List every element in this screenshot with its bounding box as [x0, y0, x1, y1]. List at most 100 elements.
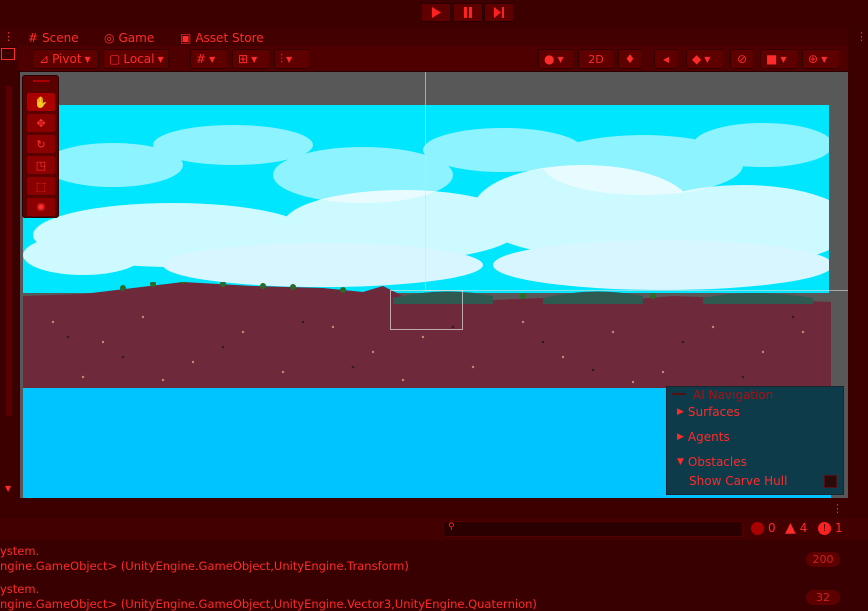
gizmos-dropdown[interactable]: ⊕ ▼	[802, 49, 840, 69]
log-count-badge: 32	[806, 590, 840, 605]
chevron-down-icon: ▼	[677, 457, 684, 467]
rect-tool-button[interactable]: ⬚	[27, 177, 55, 195]
chevron-down-icon: ▼	[84, 54, 91, 64]
bag-icon: ▣	[180, 30, 192, 45]
audio-toggle[interactable]: ◂	[654, 49, 678, 69]
chevron-right-icon: ▶	[677, 407, 684, 417]
cube-icon: ▢	[109, 52, 121, 66]
chevron-right-icon: ▶	[677, 432, 684, 442]
tab-scene[interactable]: # Scene	[28, 29, 79, 46]
log-line: ystem.	[0, 582, 40, 596]
right-gutter: ⋮	[848, 27, 868, 498]
grid-icon: #	[196, 52, 207, 66]
hand-tool-button[interactable]: ✋	[27, 93, 55, 111]
step-icon	[494, 7, 504, 18]
play-button[interactable]	[421, 3, 451, 22]
kebab-menu-icon[interactable]: ⋮	[3, 30, 14, 43]
lightbulb-icon: ♦	[624, 52, 636, 66]
transform-tool-button[interactable]: ✺	[27, 198, 55, 216]
info-icon	[751, 521, 764, 535]
local-dropdown[interactable]: ▢ Local ▼	[103, 49, 169, 69]
agents-foldout[interactable]: ▶ Agents	[677, 430, 730, 444]
drag-handle[interactable]	[33, 80, 49, 82]
chevron-down-icon: ▼	[286, 54, 293, 64]
pivot-dropdown[interactable]: ⊿ Pivot ▼	[33, 49, 99, 69]
camera-icon: ■	[766, 52, 778, 66]
show-carve-hull-label: Show Carve Hull	[689, 474, 788, 488]
log-line: ngine.GameObject> (UnityEngine.GameObjec…	[0, 597, 537, 611]
left-gutter: ▼	[0, 46, 18, 498]
snap-increment-button[interactable]: ⊞ ▼	[232, 49, 270, 69]
drag-handle[interactable]	[672, 393, 686, 395]
ai-navigation-overlay: AI Navigation ▶ Surfaces ▶ Agents ▼ Obstacl…	[666, 386, 844, 495]
effects-dropdown[interactable]: ◆ ▼	[686, 49, 724, 69]
play-icon	[432, 7, 441, 18]
info-count-toggle[interactable]: 0	[751, 521, 776, 535]
rect-icon: ⬚	[35, 179, 47, 193]
chevron-down-icon: ▼	[780, 54, 787, 64]
crosshair-vertical	[425, 72, 426, 290]
play-controls-bar	[0, 0, 868, 26]
step-button[interactable]	[484, 3, 514, 22]
scale-icon: ◳	[35, 158, 47, 172]
eye-slash-icon: ⊘	[736, 52, 748, 66]
chevron-down-icon[interactable]: ▼	[5, 484, 11, 493]
sky-background	[23, 105, 829, 293]
show-carve-hull-checkbox[interactable]	[824, 475, 837, 488]
kebab-menu-icon[interactable]: ⋮	[856, 30, 867, 43]
snap-icon: ⊞	[238, 52, 249, 66]
scale-tool-button[interactable]: ◳	[27, 156, 55, 174]
hand-icon: ✋	[34, 95, 48, 109]
log-line: ngine.GameObject> (UnityEngine.GameObjec…	[0, 559, 409, 573]
view-2d-button[interactable]: 2D	[578, 49, 614, 69]
align-button[interactable]: ⫶ ▼	[274, 49, 310, 69]
draw-mode-button[interactable]: ● ▼	[538, 49, 574, 69]
scene-toolbar: ⊿ Pivot ▼ ▢ Local ▼ # ▼ ⊞ ▼ ⫶ ▼ ● ▼ 2D ♦ ◂ ◆…	[18, 46, 848, 72]
obstacles-foldout[interactable]: ▼ Obstacles	[677, 455, 747, 469]
console-toolbar: ⚲ 0 ▲ 4 ! 1	[0, 518, 868, 540]
lighting-toggle[interactable]: ♦	[618, 49, 642, 69]
grid-snap-button[interactable]: # ▼	[190, 49, 228, 69]
audio-icon: ◂	[662, 52, 670, 66]
layers-icon: ◆	[692, 52, 702, 66]
visibility-toggle[interactable]: ⊘	[730, 49, 754, 69]
console-search-input[interactable]: ⚲	[443, 521, 743, 537]
error-icon: !	[818, 521, 831, 535]
ai-navigation-title: AI Navigation	[693, 388, 774, 402]
error-count-toggle[interactable]: ! 1	[818, 521, 843, 535]
clouds	[23, 123, 829, 290]
tools-palette: ✋ ✥ ↻ ◳ ⬚ ✺	[22, 75, 59, 218]
chevron-down-icon: ▼	[209, 54, 216, 64]
move-tool-button[interactable]: ✥	[27, 114, 55, 132]
chevron-down-icon: ▼	[557, 54, 564, 64]
scrollbar[interactable]	[6, 86, 12, 416]
chevron-down-icon: ▼	[704, 54, 711, 64]
camera-dropdown[interactable]: ■ ▼	[760, 49, 798, 69]
pause-button[interactable]	[453, 3, 483, 22]
tab-game[interactable]: ◎ Game	[104, 29, 154, 46]
log-line: ystem.	[0, 544, 40, 558]
pivot-icon: ⊿	[39, 52, 50, 66]
search-icon: ⚲	[448, 522, 455, 532]
kebab-menu-icon[interactable]: ⋮	[832, 502, 843, 515]
warning-icon: ▲	[785, 520, 796, 536]
rotate-icon: ↻	[36, 137, 46, 151]
chevron-down-icon: ▼	[157, 54, 164, 64]
console-log-list[interactable]: ystem. ngine.GameObject> (UnityEngine.Ga…	[0, 540, 868, 611]
warning-count-toggle[interactable]: ▲ 4	[785, 520, 807, 536]
surfaces-foldout[interactable]: ▶ Surfaces	[677, 405, 740, 419]
console-header: ⋮	[0, 498, 868, 518]
tab-asset-store[interactable]: ▣ Asset Store	[180, 29, 264, 46]
log-count-badge: 200	[806, 552, 840, 567]
selection-rect	[390, 290, 463, 330]
crosshair-horizontal	[425, 290, 848, 291]
chevron-down-icon: ▼	[821, 54, 828, 64]
message-icon[interactable]	[1, 48, 15, 60]
gamepad-icon: ◎	[104, 30, 115, 45]
gizmo-icon: ⊕	[808, 52, 819, 66]
move-icon: ✥	[36, 116, 46, 130]
chevron-down-icon: ▼	[251, 54, 258, 64]
hash-icon: #	[28, 30, 39, 45]
tab-bar: ⋮ # Scene ◎ Game ▣ Asset Store	[0, 27, 868, 46]
rotate-tool-button[interactable]: ↻	[27, 135, 55, 153]
